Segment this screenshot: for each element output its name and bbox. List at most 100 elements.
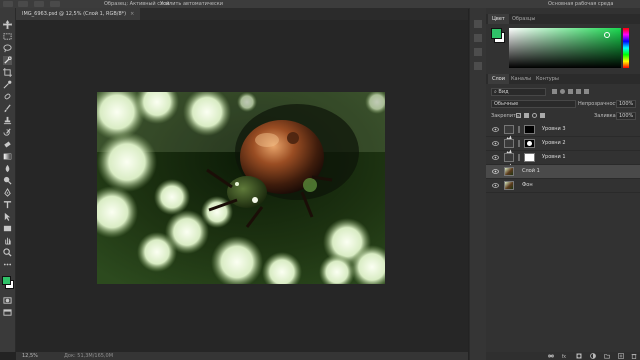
filter-pixel-icon[interactable] [552,89,557,94]
zoom-icon[interactable] [3,248,12,257]
hue-slider[interactable] [623,28,629,68]
svg-text:fx: fx [562,354,566,359]
shape-icon[interactable] [3,224,12,233]
filter-type-icon[interactable] [568,89,573,94]
foreground-color-swatch[interactable] [2,276,11,285]
visibility-eye-icon[interactable] [492,126,499,133]
eraser-icon[interactable] [3,140,12,149]
link-layers-icon[interactable] [548,353,554,359]
layer-name[interactable]: Фон [522,179,533,192]
layers-panel-tabs: Слои Каналы Контуры [486,74,640,84]
color-picker-cursor[interactable] [604,32,610,38]
paragraph-panel-icon[interactable] [474,62,482,70]
new-adjustment-layer-icon[interactable] [590,353,596,359]
brush-option-2[interactable] [34,1,44,7]
document-size[interactable]: Док: 51,3M/165,0M [64,352,113,360]
dodge-icon[interactable] [3,176,12,185]
lasso-icon[interactable] [3,44,12,53]
layer-mask-thumbnail[interactable] [524,153,535,162]
tab-paths[interactable]: Контуры [532,74,563,84]
visibility-eye-icon[interactable] [492,140,499,147]
tools-panel [0,8,16,352]
layer-row[interactable]: Уровни 3 [486,123,640,141]
layers-panel: Слои Каналы Контуры ⌕ Вид Обычные Непроз… [486,72,640,352]
auto-enhance-option[interactable]: Усилить автоматически [160,0,223,8]
tool-preset-picker[interactable] [3,1,13,7]
screen-mode-icon[interactable] [3,308,12,317]
move-icon[interactable] [3,20,12,29]
quick-mask-icon[interactable] [3,296,12,305]
adjustments-panel-icon[interactable] [474,48,482,56]
quick-select-icon[interactable] [3,56,12,65]
opacity-field[interactable]: 100% [616,100,636,108]
brush-option-3[interactable] [50,1,60,7]
filter-adjustment-icon[interactable] [560,89,565,94]
lock-transparent-icon[interactable] [516,113,521,118]
hand-icon[interactable] [3,236,12,245]
color-foreground-swatch[interactable] [491,28,502,39]
levels-adjustment-icon [504,153,514,169]
lock-position-icon[interactable] [532,113,537,118]
layer-row-selected[interactable]: Слой 1 [486,165,640,179]
layer-name[interactable]: Уровни 1 [542,151,566,164]
history-brush-icon[interactable] [3,128,12,137]
filter-shape-icon[interactable] [576,89,581,94]
marquee-icon[interactable] [3,32,12,41]
tab-color[interactable]: Цвет [488,14,509,24]
close-tab-icon[interactable]: × [130,11,134,17]
path-select-icon[interactable] [3,212,12,221]
type-icon[interactable] [3,200,12,209]
mask-link-icon[interactable] [517,140,521,147]
blend-mode-select[interactable]: Обычные [491,100,576,108]
brush-icon[interactable] [3,104,12,113]
layer-name[interactable]: Слой 1 [522,165,540,178]
history-panel-icon[interactable] [474,20,482,28]
add-mask-icon[interactable] [576,353,582,359]
gradient-icon[interactable] [3,152,12,161]
tab-swatches[interactable]: Образцы [508,14,539,24]
document-tab[interactable]: IMG_6963.psd @ 12,5% (Слой 1, RGB/8*) × [16,8,141,20]
visibility-eye-icon[interactable] [492,168,499,175]
color-panel-tabs: Цвет Образцы [486,14,640,24]
more-tools-icon[interactable] [3,260,12,269]
new-layer-icon[interactable] [618,353,624,359]
visibility-eye-icon[interactable] [492,182,499,189]
clone-stamp-icon[interactable] [3,116,12,125]
delete-layer-icon[interactable] [631,353,637,359]
zoom-level[interactable]: 12,5% [22,352,38,360]
layer-name[interactable]: Уровни 3 [542,123,566,136]
layer-row[interactable]: Уровни 1 [486,151,640,169]
pen-icon[interactable] [3,188,12,197]
brush-option[interactable] [18,1,28,7]
layer-mask-thumbnail[interactable] [524,139,535,148]
healing-icon[interactable] [3,92,12,101]
document-image[interactable] [97,92,385,284]
lock-options [516,113,545,118]
workspace-switcher[interactable]: Основная рабочая среда [548,0,613,8]
beetle-photo-image [97,92,385,284]
layers-panel-footer: fx [486,352,640,360]
mask-link-icon[interactable] [517,154,521,161]
lock-all-icon[interactable] [540,113,545,118]
layer-name[interactable]: Уровни 2 [542,137,566,150]
layer-row[interactable]: Уровни 2 [486,137,640,155]
fill-field[interactable]: 100% [616,112,636,120]
color-panel: Цвет Образцы [486,8,640,72]
mask-link-icon[interactable] [517,126,521,133]
layer-row[interactable]: Фон [486,179,640,193]
visibility-eye-icon[interactable] [492,154,499,161]
lock-pixels-icon[interactable] [524,113,529,118]
tab-channels[interactable]: Каналы [507,74,535,84]
layer-mask-thumbnail[interactable] [524,125,535,134]
blur-icon[interactable] [3,164,12,173]
tab-layers[interactable]: Слои [488,74,509,84]
layer-style-icon[interactable]: fx [562,353,568,359]
layer-filter-icons [552,89,622,95]
layer-filter-select[interactable]: ⌕ Вид [491,88,546,96]
eyedropper-icon[interactable] [3,80,12,89]
new-group-icon[interactable] [604,353,610,359]
filter-smart-icon[interactable] [584,89,589,94]
layer-filter-kind: Вид [498,89,509,95]
crop-icon[interactable] [3,68,12,77]
properties-panel-icon[interactable] [474,34,482,42]
